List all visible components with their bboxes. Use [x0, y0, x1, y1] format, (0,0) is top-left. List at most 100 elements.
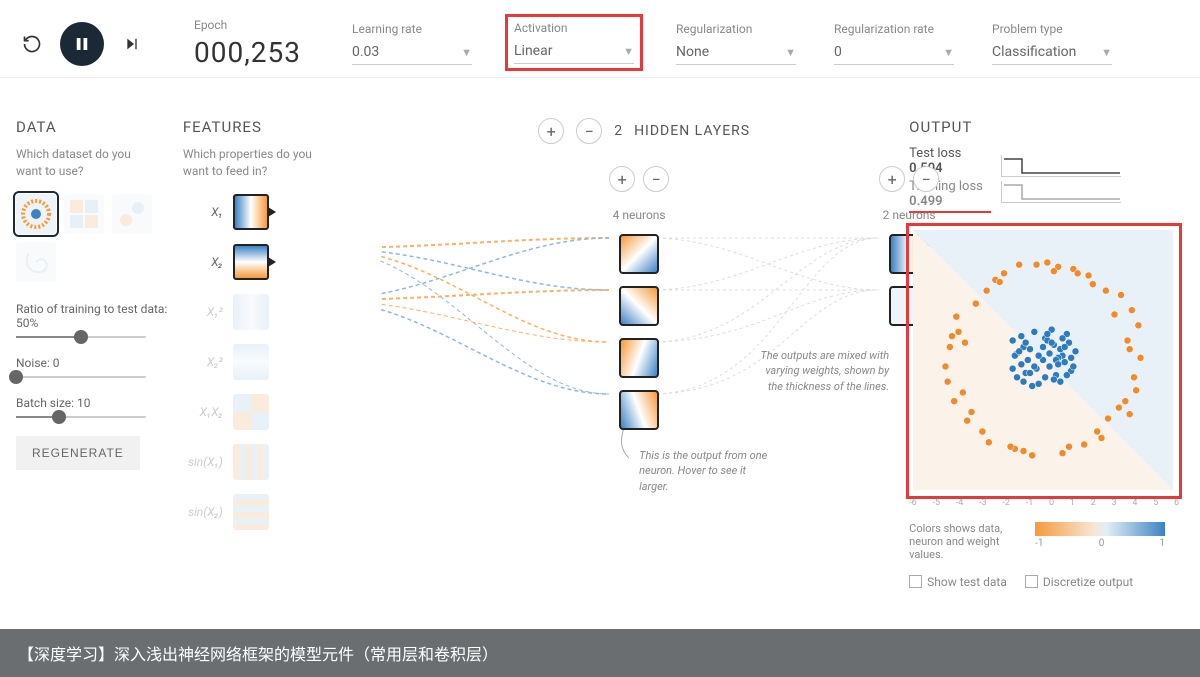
layer1-neuron-4[interactable] [619, 390, 659, 430]
feature-row-1: X₂ [183, 244, 379, 280]
layer1-label: 4 neurons [613, 208, 666, 222]
regularization-label: Regularization [676, 22, 796, 36]
layer1-neuron-3[interactable] [619, 338, 659, 378]
batch-slider[interactable] [16, 416, 146, 418]
problem-type-label: Problem type [992, 22, 1112, 36]
feature-toggle-4[interactable] [233, 394, 269, 430]
dataset-spiral[interactable] [16, 242, 56, 282]
batch-label: Batch size: 10 [16, 396, 183, 410]
feature-row-4: X₁X₂ [183, 394, 379, 430]
dataset-gauss[interactable] [112, 194, 152, 234]
feature-toggle-2[interactable] [233, 294, 269, 330]
chevron-down-icon: ▼ [461, 46, 472, 59]
ratio-slider[interactable] [16, 336, 146, 338]
activation-label: Activation [514, 21, 634, 35]
output-legend: Colors shows data, neuron and weight val… [909, 522, 1184, 561]
feature-label: X₂ [183, 255, 223, 269]
output-checkboxes: Show test data Discretize output [909, 575, 1184, 589]
ratio-label: Ratio of training to test data: 50% [16, 302, 183, 330]
learning-rate-field: Learning rate 0.03▼ [352, 22, 472, 65]
feature-label: X₂² [183, 355, 223, 369]
layer2-remove-neuron-button[interactable]: − [913, 166, 939, 192]
batch-slider-group: Batch size: 10 [16, 396, 183, 418]
features-column: FEATURES Which properties do you want to… [183, 118, 379, 589]
feature-row-0: X₁ [183, 194, 379, 230]
layer2-add-neuron-button[interactable]: + [879, 166, 905, 192]
hidden-layers-count: 2 [614, 123, 622, 139]
layer1-add-neuron-button[interactable]: + [609, 166, 635, 192]
noise-slider-group: Noise: 0 [16, 356, 183, 378]
step-button[interactable] [116, 28, 148, 60]
chevron-down-icon: ▼ [1101, 46, 1112, 59]
learning-rate-select[interactable]: 0.03▼ [352, 40, 472, 65]
remove-layer-button[interactable]: − [576, 118, 602, 144]
callout-weights: The outputs are mixed with varying weigh… [759, 348, 889, 394]
ratio-slider-group: Ratio of training to test data: 50% [16, 302, 183, 338]
network-column: + − 2 HIDDEN LAYERS [379, 118, 909, 589]
dataset-circle[interactable] [16, 194, 56, 234]
output-plot[interactable] [909, 226, 1179, 496]
noise-slider[interactable] [16, 376, 146, 378]
feature-toggle-0[interactable] [233, 194, 269, 230]
epoch-field: Epoch 000,253 [194, 18, 314, 69]
data-subtitle: Which dataset do you want to use? [16, 146, 146, 180]
hidden-layers-header: + − 2 HIDDEN LAYERS [379, 118, 909, 144]
problem-type-field: Problem type Classification▼ [992, 22, 1112, 65]
problem-type-select[interactable]: Classification▼ [992, 40, 1112, 65]
hidden-layers-label: HIDDEN LAYERS [634, 123, 750, 139]
feature-toggle-5[interactable] [233, 444, 269, 480]
layer1-remove-neuron-button[interactable]: − [643, 166, 669, 192]
epoch-label: Epoch [194, 18, 314, 32]
show-test-data-checkbox[interactable]: Show test data [909, 575, 1007, 589]
chevron-down-icon: ▼ [943, 46, 954, 59]
feature-row-5: sin(X₁) [183, 444, 379, 480]
callout-neuron: This is the output from one neuron. Hove… [639, 448, 769, 494]
feature-label: X₁ [183, 205, 223, 219]
colorbar [1035, 522, 1165, 536]
activation-field: Activation Linear▼ [510, 19, 638, 66]
regularization-rate-field: Regularization rate 0▼ [834, 22, 954, 65]
training-loss-sparkline [1001, 181, 1121, 203]
regularization-field: Regularization None▼ [676, 22, 796, 65]
feature-row-2: X₁² [183, 294, 379, 330]
feature-toggle-6[interactable] [233, 494, 269, 530]
data-title: DATA [16, 118, 183, 136]
caption-overlay: 【深度学习】深入浅出神经网络框架的模型元件（常用层和卷积层） [0, 629, 1200, 677]
x-axis-ticks: -6-5-4-3-2-10123456 [909, 498, 1179, 508]
chevron-down-icon: ▼ [623, 45, 634, 58]
output-title: OUTPUT [909, 118, 1184, 136]
layer1-neuron-1[interactable] [619, 234, 659, 274]
regenerate-button[interactable]: REGENERATE [16, 436, 140, 470]
reset-button[interactable] [16, 28, 48, 60]
hidden-layer-1: + − 4 neurons [609, 166, 669, 430]
layer1-neuron-2[interactable] [619, 286, 659, 326]
main-area: DATA Which dataset do you want to use? R… [0, 78, 1200, 589]
dataset-grid [16, 194, 183, 282]
discretize-checkbox[interactable]: Discretize output [1025, 575, 1133, 589]
feature-label: X₁X₂ [183, 405, 223, 419]
regularization-select[interactable]: None▼ [676, 40, 796, 65]
feature-label: X₁² [183, 305, 223, 319]
feature-toggle-1[interactable] [233, 244, 269, 280]
test-loss-sparkline [1001, 155, 1121, 177]
activation-select[interactable]: Linear▼ [514, 39, 634, 64]
data-column: DATA Which dataset do you want to use? R… [16, 118, 183, 589]
chevron-down-icon: ▼ [785, 46, 796, 59]
play-pause-button[interactable] [60, 22, 104, 66]
feature-label: sin(X₂) [183, 505, 223, 519]
feature-toggle-3[interactable] [233, 344, 269, 380]
features-title: FEATURES [183, 118, 379, 136]
add-layer-button[interactable]: + [538, 118, 564, 144]
top-bar: Epoch 000,253 Learning rate 0.03▼ Activa… [0, 0, 1200, 78]
layer2-label: 2 neurons [883, 208, 936, 222]
noise-label: Noise: 0 [16, 356, 183, 370]
dataset-xor[interactable] [64, 194, 104, 234]
regularization-rate-select[interactable]: 0▼ [834, 40, 954, 65]
regularization-rate-label: Regularization rate [834, 22, 954, 36]
epoch-value: 000,253 [194, 36, 314, 69]
feature-label: sin(X₁) [183, 455, 223, 469]
output-column: OUTPUT Test loss 0.504 Training loss 0.4… [909, 118, 1184, 589]
feature-row-3: X₂² [183, 344, 379, 380]
learning-rate-label: Learning rate [352, 22, 472, 36]
feature-row-6: sin(X₂) [183, 494, 379, 530]
